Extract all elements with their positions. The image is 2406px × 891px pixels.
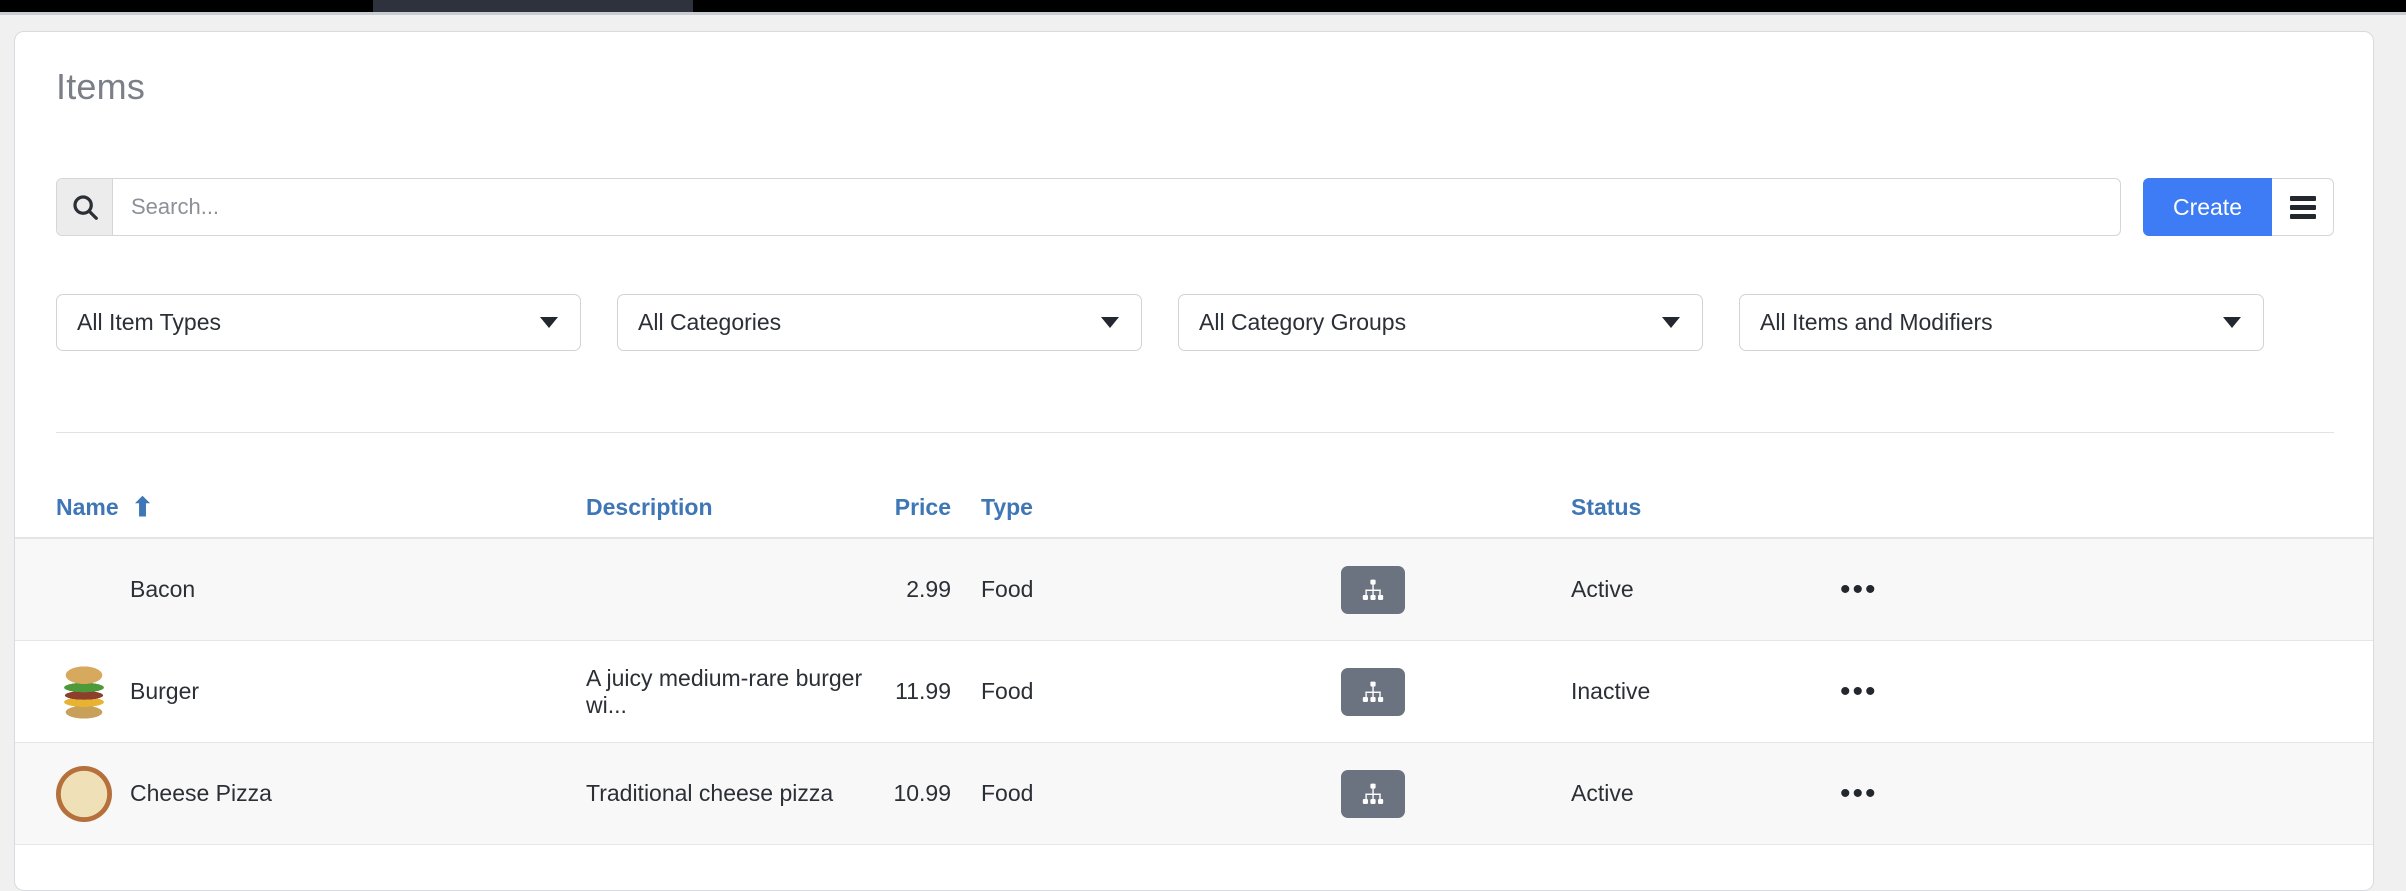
toolbar-menu-button[interactable] bbox=[2272, 178, 2334, 236]
cell-name: Burger bbox=[56, 663, 586, 720]
filter-items-and-modifiers-label: All Items and Modifiers bbox=[1760, 309, 1993, 335]
filter-item-types-label: All Item Types bbox=[77, 309, 222, 335]
browser-chrome-strip bbox=[0, 0, 2406, 12]
sitemap-icon bbox=[1362, 681, 1384, 702]
cell-type: Food bbox=[981, 576, 1034, 602]
browser-tab[interactable] bbox=[373, 0, 693, 12]
row-actions-button[interactable]: ••• bbox=[1836, 676, 1882, 707]
column-header-description[interactable]: Description bbox=[586, 494, 876, 521]
column-header-status[interactable]: Status bbox=[1571, 494, 1836, 521]
cell-name: Bacon bbox=[56, 562, 586, 618]
cell-description: Traditional cheese pizza bbox=[586, 780, 834, 806]
sitemap-icon bbox=[1362, 783, 1384, 804]
arrow-up-icon: ⬆ bbox=[131, 492, 154, 522]
item-name: Cheese Pizza bbox=[130, 780, 272, 806]
toolbar: Create bbox=[56, 178, 2334, 236]
item-thumbnail bbox=[56, 663, 112, 720]
item-name: Burger bbox=[130, 678, 200, 704]
table-row[interactable]: Cheese Pizza Traditional cheese pizza 10… bbox=[15, 743, 2373, 845]
column-header-name[interactable]: Name ⬆ bbox=[56, 494, 586, 521]
filter-row: All Item Types All Categories All Catego… bbox=[56, 294, 2354, 351]
filter-categories-label: All Categories bbox=[638, 309, 782, 335]
chevron-down-icon bbox=[540, 317, 558, 328]
item-thumbnail bbox=[56, 765, 112, 822]
modifier-groups-button[interactable] bbox=[1341, 769, 1405, 818]
cell-actions: ••• bbox=[1836, 676, 2076, 707]
row-actions-button[interactable]: ••• bbox=[1836, 778, 1882, 809]
table-header-row: Name ⬆ Description Price Type Status bbox=[15, 477, 2373, 539]
chevron-down-icon bbox=[2223, 317, 2241, 328]
status-badge: Inactive bbox=[1571, 678, 1651, 704]
row-actions-button[interactable]: ••• bbox=[1836, 574, 1882, 605]
cell-modifiers bbox=[1341, 565, 1571, 614]
cell-price: 10.99 bbox=[893, 780, 951, 806]
status-badge: Active bbox=[1571, 780, 1634, 806]
column-header-name-label: Name bbox=[56, 493, 119, 520]
cell-modifiers bbox=[1341, 667, 1571, 716]
filter-item-types[interactable]: All Item Types bbox=[56, 294, 581, 351]
filter-category-groups-label: All Category Groups bbox=[1199, 309, 1407, 335]
page-title: Items bbox=[56, 66, 146, 107]
filter-categories[interactable]: All Categories bbox=[617, 294, 1142, 351]
chevron-down-icon bbox=[1662, 317, 1680, 328]
item-name: Bacon bbox=[130, 576, 196, 602]
status-badge: Active bbox=[1571, 576, 1634, 602]
cell-actions: ••• bbox=[1836, 778, 2076, 809]
cell-modifiers bbox=[1341, 769, 1571, 818]
modifier-groups-button[interactable] bbox=[1341, 565, 1405, 614]
page-surface: Items Create bbox=[0, 15, 2406, 891]
table-row[interactable]: Bacon 2.99 Food Active ••• bbox=[15, 539, 2373, 641]
modifier-groups-button[interactable] bbox=[1341, 667, 1405, 716]
cell-price: 11.99 bbox=[895, 678, 951, 704]
sitemap-icon bbox=[1362, 579, 1384, 600]
search-icon[interactable] bbox=[57, 179, 113, 235]
hamburger-menu-icon bbox=[2289, 192, 2316, 223]
section-divider bbox=[56, 432, 2334, 433]
cell-name: Cheese Pizza bbox=[56, 765, 586, 822]
create-button[interactable]: Create bbox=[2142, 178, 2272, 236]
items-card: Items Create bbox=[14, 31, 2374, 891]
item-thumbnail-placeholder bbox=[56, 562, 112, 618]
cell-actions: ••• bbox=[1836, 574, 2076, 605]
cell-description: A juicy medium-rare burger wi... bbox=[586, 664, 863, 718]
filter-items-and-modifiers[interactable]: All Items and Modifiers bbox=[1739, 294, 2264, 351]
cell-price: 2.99 bbox=[906, 576, 951, 602]
column-header-type[interactable]: Type bbox=[951, 494, 1341, 521]
filter-category-groups[interactable]: All Category Groups bbox=[1178, 294, 1703, 351]
items-table: Name ⬆ Description Price Type Status Bac… bbox=[15, 477, 2373, 845]
table-row[interactable]: Burger A juicy medium-rare burger wi... … bbox=[15, 641, 2373, 743]
cell-type: Food bbox=[981, 780, 1034, 806]
create-button-group: Create bbox=[2142, 178, 2334, 236]
cell-type: Food bbox=[981, 678, 1034, 704]
search-input[interactable] bbox=[113, 179, 2120, 235]
search-group bbox=[56, 178, 2121, 236]
column-header-price[interactable]: Price bbox=[876, 494, 951, 521]
chevron-down-icon bbox=[1101, 317, 1119, 328]
page-scrollbar-gutter[interactable] bbox=[2388, 30, 2406, 871]
